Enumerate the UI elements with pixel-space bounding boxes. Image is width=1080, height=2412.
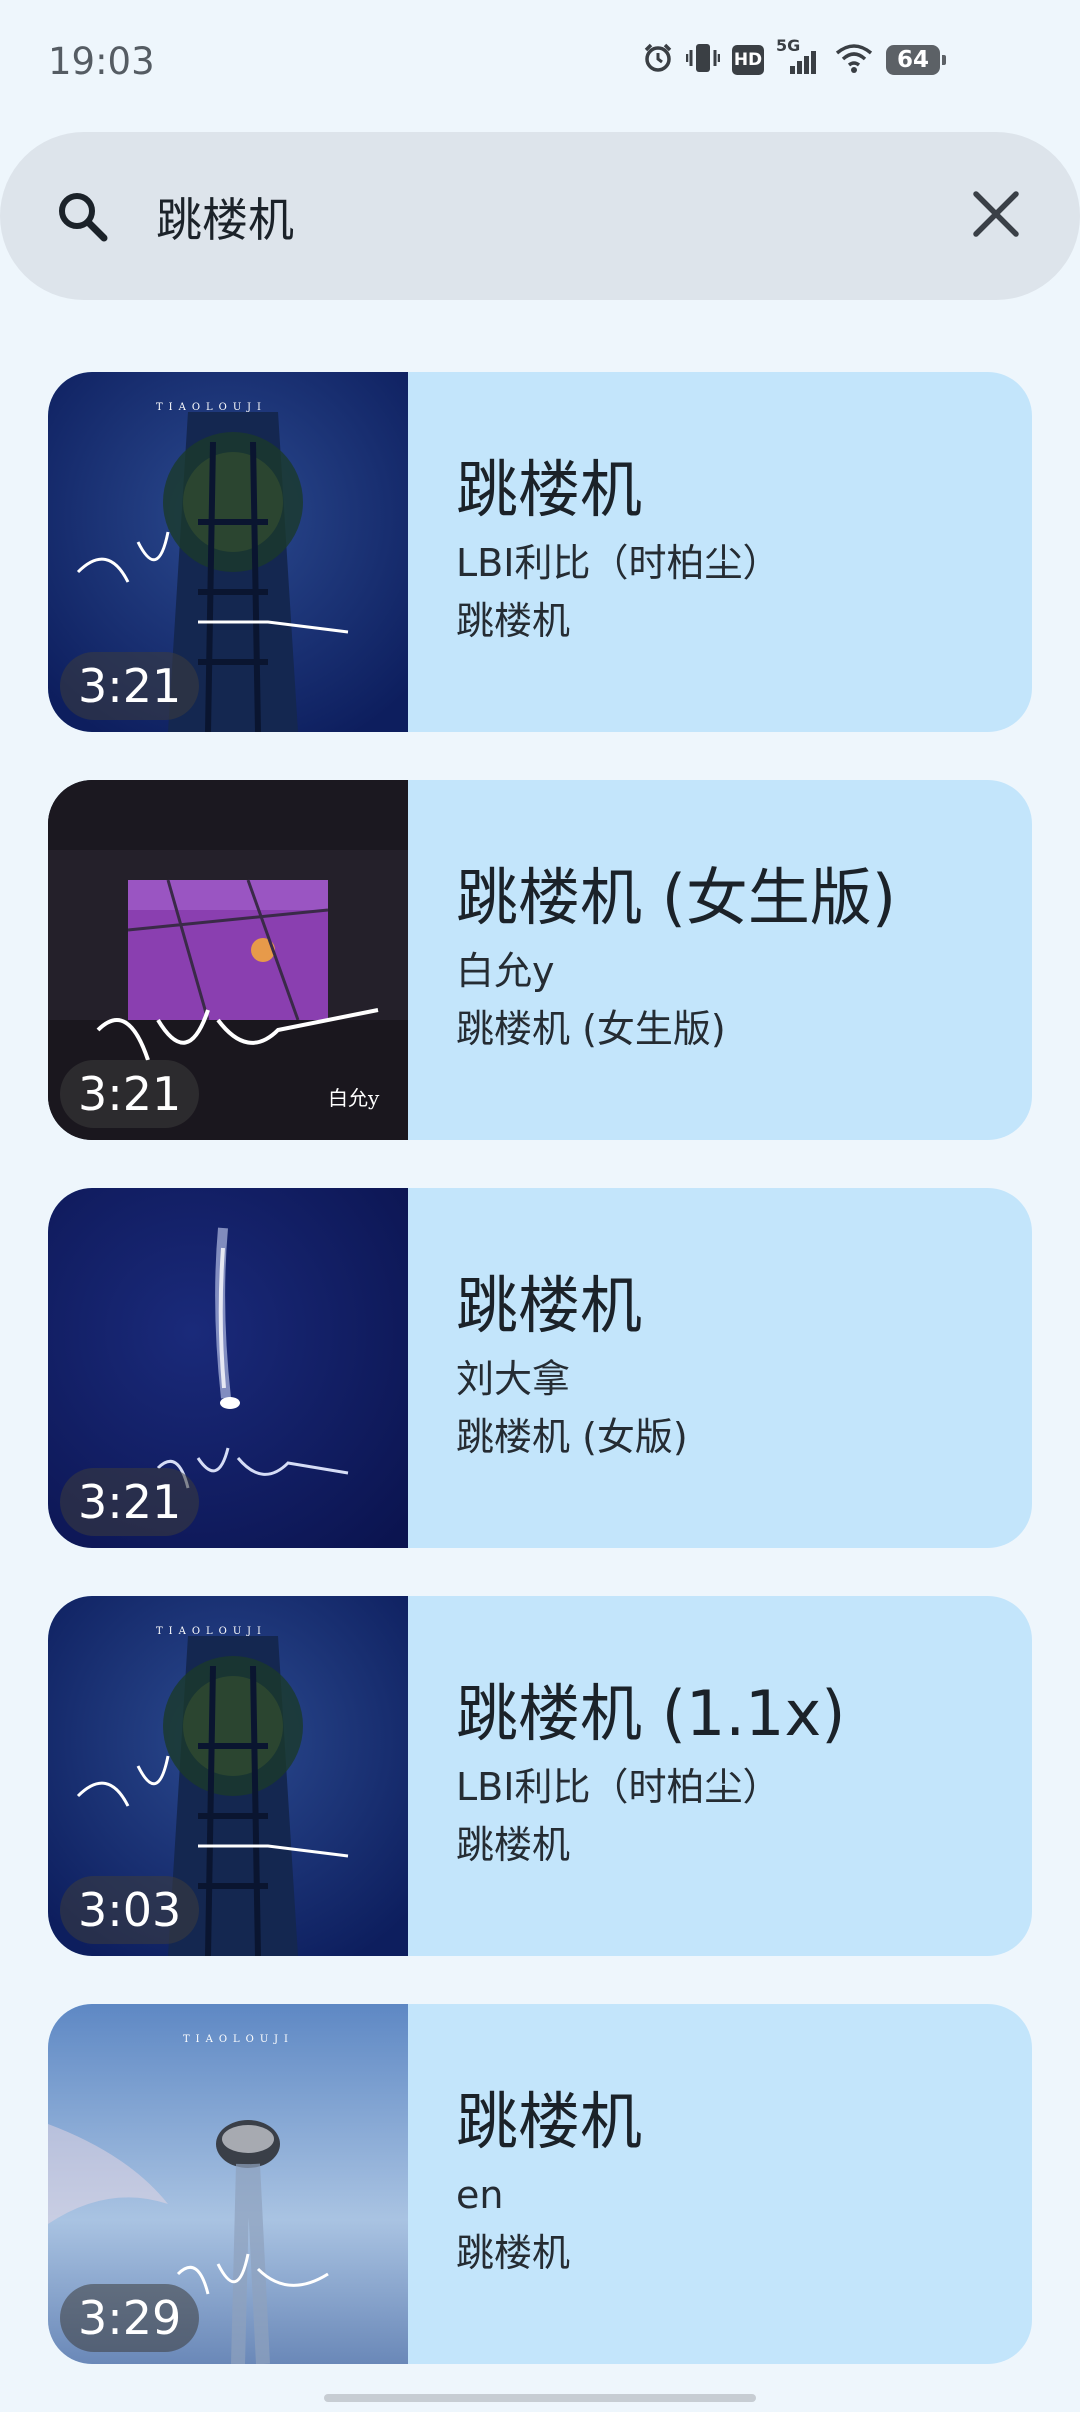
hd-icon: HD <box>732 45 764 75</box>
song-album: 跳楼机 (女版) <box>456 1415 688 1459</box>
search-input[interactable]: 跳楼机 <box>156 184 294 250</box>
song-info: 跳楼机 刘大拿 跳楼机 (女版) <box>456 1266 1016 1466</box>
vibrate-icon <box>685 42 721 78</box>
signal-icon: 5G <box>776 36 822 78</box>
song-card[interactable]: 3:21 跳楼机 刘大拿 跳楼机 (女版) <box>48 1188 1032 1548</box>
duration-badge: 3:03 <box>60 1876 200 1944</box>
duration-badge: 3:29 <box>60 2284 200 2352</box>
battery-icon: 64 <box>886 45 946 75</box>
song-info: 跳楼机 (1.1x) LBI利比（时柏尘） 跳楼机 <box>456 1674 1016 1874</box>
song-info: 跳楼机 en 跳楼机 <box>456 2082 1016 2282</box>
song-artist: LBI利比（时柏尘） <box>456 541 781 585</box>
song-title: 跳楼机 <box>456 453 643 526</box>
results-list: TIAOLOUJI 3:21 跳楼机 LBI利比（时柏尘） 跳楼机 白允y 3:… <box>48 372 1032 2412</box>
home-indicator[interactable] <box>324 2394 756 2402</box>
song-card[interactable]: 白允y 3:21 跳楼机 (女生版) 白允y 跳楼机 (女生版) <box>48 780 1032 1140</box>
song-album: 跳楼机 (女生版) <box>456 1007 726 1051</box>
close-icon[interactable] <box>968 186 1024 246</box>
song-artist: en <box>456 2173 504 2217</box>
search-bar[interactable]: 跳楼机 <box>0 132 1080 300</box>
song-card[interactable]: TIAOLOUJI 3:29 跳楼机 en 跳楼机 <box>48 2004 1032 2364</box>
song-info: 跳楼机 (女生版) 白允y 跳楼机 (女生版) <box>456 858 1016 1058</box>
duration-badge: 3:21 <box>60 1468 200 1536</box>
duration-badge: 3:21 <box>60 1060 200 1128</box>
wifi-icon <box>834 42 874 78</box>
song-artist: 白允y <box>456 949 555 993</box>
duration-badge: 3:21 <box>60 652 200 720</box>
status-icons: HD 5G 64 <box>642 36 946 78</box>
song-title: 跳楼机 (女生版) <box>456 861 897 934</box>
svg-text:TIAOLOUJI: TIAOLOUJI <box>156 402 267 413</box>
song-artist: LBI利比（时柏尘） <box>456 1765 781 1809</box>
song-title: 跳楼机 (1.1x) <box>456 1677 846 1750</box>
svg-text:白允y: 白允y <box>328 1086 380 1110</box>
song-title: 跳楼机 <box>456 1269 643 1342</box>
status-time: 19:03 <box>48 40 155 83</box>
song-card[interactable]: TIAOLOUJI 3:03 跳楼机 (1.1x) LBI利比（时柏尘） 跳楼机 <box>48 1596 1032 1956</box>
search-icon[interactable] <box>52 186 112 250</box>
svg-text:TIAOLOUJI: TIAOLOUJI <box>156 1626 267 1637</box>
song-album: 跳楼机 <box>456 599 571 643</box>
song-artist: 刘大拿 <box>456 1357 571 1401</box>
song-title: 跳楼机 <box>456 2085 643 2158</box>
song-album: 跳楼机 <box>456 1823 571 1867</box>
song-album: 跳楼机 <box>456 2231 571 2275</box>
alarm-icon <box>642 42 674 78</box>
song-info: 跳楼机 LBI利比（时柏尘） 跳楼机 <box>456 450 1016 650</box>
status-bar: 19:03 HD 5G 64 <box>0 0 1080 130</box>
svg-text:TIAOLOUJI: TIAOLOUJI <box>183 2034 294 2045</box>
song-card[interactable]: TIAOLOUJI 3:21 跳楼机 LBI利比（时柏尘） 跳楼机 <box>48 372 1032 732</box>
